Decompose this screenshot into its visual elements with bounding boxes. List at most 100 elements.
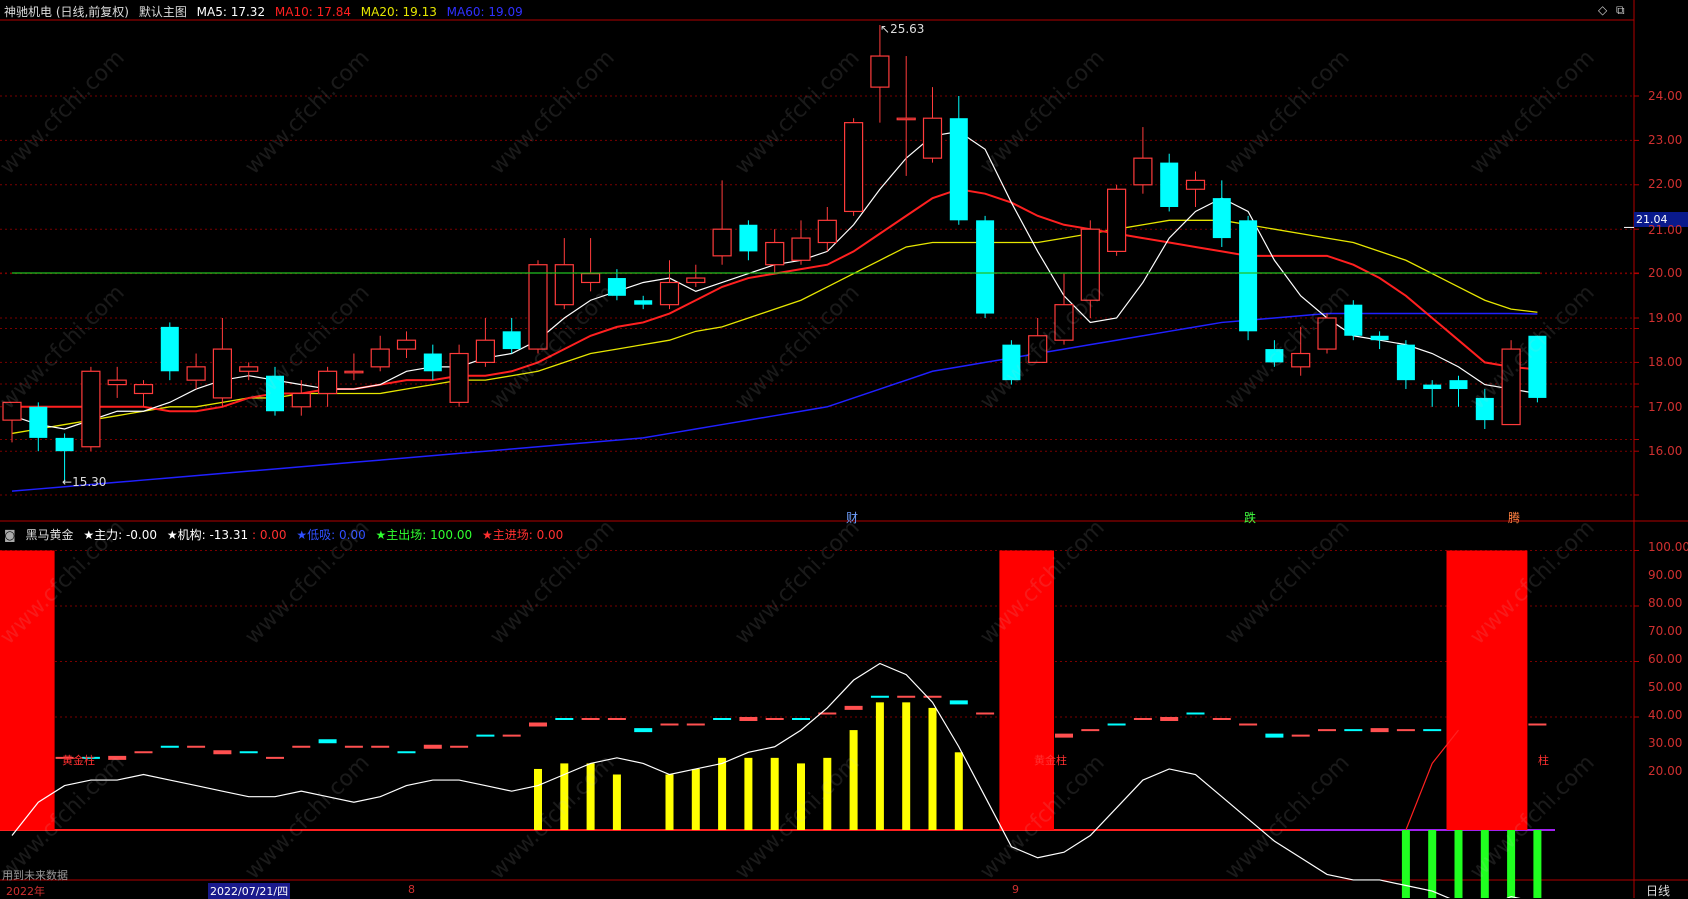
chart-canvas[interactable] (0, 0, 1688, 898)
ma20-value: MA20: 19.13 (360, 5, 437, 19)
yellow-bar (902, 702, 911, 830)
candle-body-up (817, 219, 837, 244)
x-tick: 2022年 (6, 885, 45, 898)
candle-body-up (1501, 348, 1521, 426)
candle-body-up (1133, 157, 1153, 186)
collapse-icon[interactable]: ◙ (4, 528, 16, 542)
candle-body-down (1423, 384, 1442, 390)
jigou-value: ★机构: -13.31 (166, 528, 249, 542)
candle-body-up (318, 370, 338, 395)
candle-body-up (1054, 304, 1074, 341)
low-label: ←15.30 (62, 475, 107, 489)
candle-body-down (1160, 162, 1179, 207)
restore-window-icon[interactable]: ⧉ (1616, 3, 1625, 18)
annotation-label: 黄金柱 (62, 754, 95, 767)
diamond-icon[interactable]: ◇ (1598, 3, 1607, 17)
candle-body-down (266, 375, 284, 412)
candle-body-down (634, 300, 653, 305)
candle-body-up (791, 237, 811, 261)
candle-body-up (239, 366, 259, 372)
indicator-header: ◙ 黑马黄金 ★主力: -0.00 ★机构: -13.31 : 0.00 ★低吸… (4, 526, 569, 543)
candle-body-up (686, 277, 706, 284)
candle-body-up (1028, 335, 1048, 364)
ma5-value: MA5: 17.32 (196, 5, 266, 19)
candle-body-up (2, 401, 22, 421)
candle-body-down (502, 331, 521, 350)
candle-body-up (475, 339, 495, 364)
candle-body-up (81, 370, 101, 448)
stock-title[interactable]: 神驰机电 (日线,前复权) (4, 5, 129, 19)
candle-body-up (554, 264, 574, 306)
golden-column-block (1446, 550, 1528, 830)
indicator-tick: 80.00 (1648, 596, 1683, 610)
candle-body-down (1475, 397, 1494, 421)
golden-column-block (999, 550, 1054, 830)
indicator-name[interactable]: 黑马黄金 (25, 528, 73, 542)
candle-body-down (1002, 344, 1021, 381)
high-label: ↖25.63 (880, 22, 925, 36)
candle-body-up (212, 348, 232, 399)
candle-body-down (1370, 335, 1389, 341)
yellow-bar (954, 752, 963, 830)
price-tick: 24.00 (1648, 89, 1683, 103)
yellow-bar (718, 757, 727, 830)
candle-body-up (107, 379, 127, 386)
candle-body-up (449, 352, 469, 403)
yellow-bar (849, 730, 858, 830)
candle-body-down (423, 353, 442, 372)
candle-body-up (1185, 179, 1206, 190)
yellow-bar (770, 757, 779, 830)
price-tick: 21.00 (1648, 223, 1683, 237)
price-tick: 16.00 (1648, 444, 1683, 458)
candle-body-down (55, 437, 74, 452)
candle-body-down (1239, 220, 1258, 332)
green-bar (1401, 830, 1410, 898)
x-tick: 8 (408, 883, 415, 896)
indicator-tick: 90.00 (1648, 568, 1683, 582)
candle-body-up (922, 117, 943, 159)
yellow-bar (797, 763, 805, 830)
future-data-note: 用到未来数据 (2, 869, 68, 882)
green-bar (1454, 830, 1463, 898)
yellow-bar (928, 707, 937, 830)
green-bar (1533, 830, 1542, 898)
candle-body-down (1344, 304, 1363, 336)
green-bar (1480, 830, 1489, 898)
candle-body-up (843, 122, 864, 213)
x-tick: 9 (1012, 883, 1019, 896)
green-bar (1428, 830, 1437, 898)
candle-body-up (186, 366, 206, 381)
candle-body-down (949, 118, 968, 221)
main-chart-header: 神驰机电 (日线,前复权) 默认主图 MA5: 17.32 MA10: 17.8… (4, 3, 529, 20)
candle-body-down (739, 224, 758, 252)
candle-body-up (133, 384, 154, 395)
candle-body-up (1291, 352, 1311, 368)
candle-body-up (396, 339, 417, 350)
candle-body-up (1317, 317, 1337, 350)
yellow-bar (665, 774, 674, 830)
candle-body-down (1396, 344, 1415, 381)
candle-body-up (896, 117, 916, 121)
price-tick: 18.00 (1648, 355, 1683, 369)
period-selector[interactable]: 日线 (1646, 882, 1670, 899)
template-label[interactable]: 默认主图 (139, 5, 187, 19)
indicator-tick: 20.00 (1648, 764, 1683, 778)
candle-body-up (1080, 228, 1100, 301)
candle-body-up (580, 273, 601, 284)
indicator-tick: 100.00 (1648, 540, 1688, 554)
candle-body-up (528, 264, 548, 350)
candle-body-up (291, 392, 311, 408)
candle-body-up (370, 348, 390, 368)
price-tick: 17.00 (1648, 400, 1683, 414)
price-tick: 19.00 (1648, 311, 1683, 325)
signal-teng: 腾 (1508, 511, 1521, 525)
annotation-label: 柱 (1538, 754, 1549, 767)
yellow-bar (586, 763, 595, 830)
ma10-value: MA10: 17.84 (274, 5, 351, 19)
annotation-label: 黄金柱 (1034, 754, 1067, 767)
indicator-tick: 30.00 (1648, 736, 1683, 750)
candle-body-down (1212, 198, 1231, 239)
candle-body-down (160, 326, 179, 372)
yellow-bar (823, 757, 832, 830)
candle-body-up (1106, 188, 1127, 253)
